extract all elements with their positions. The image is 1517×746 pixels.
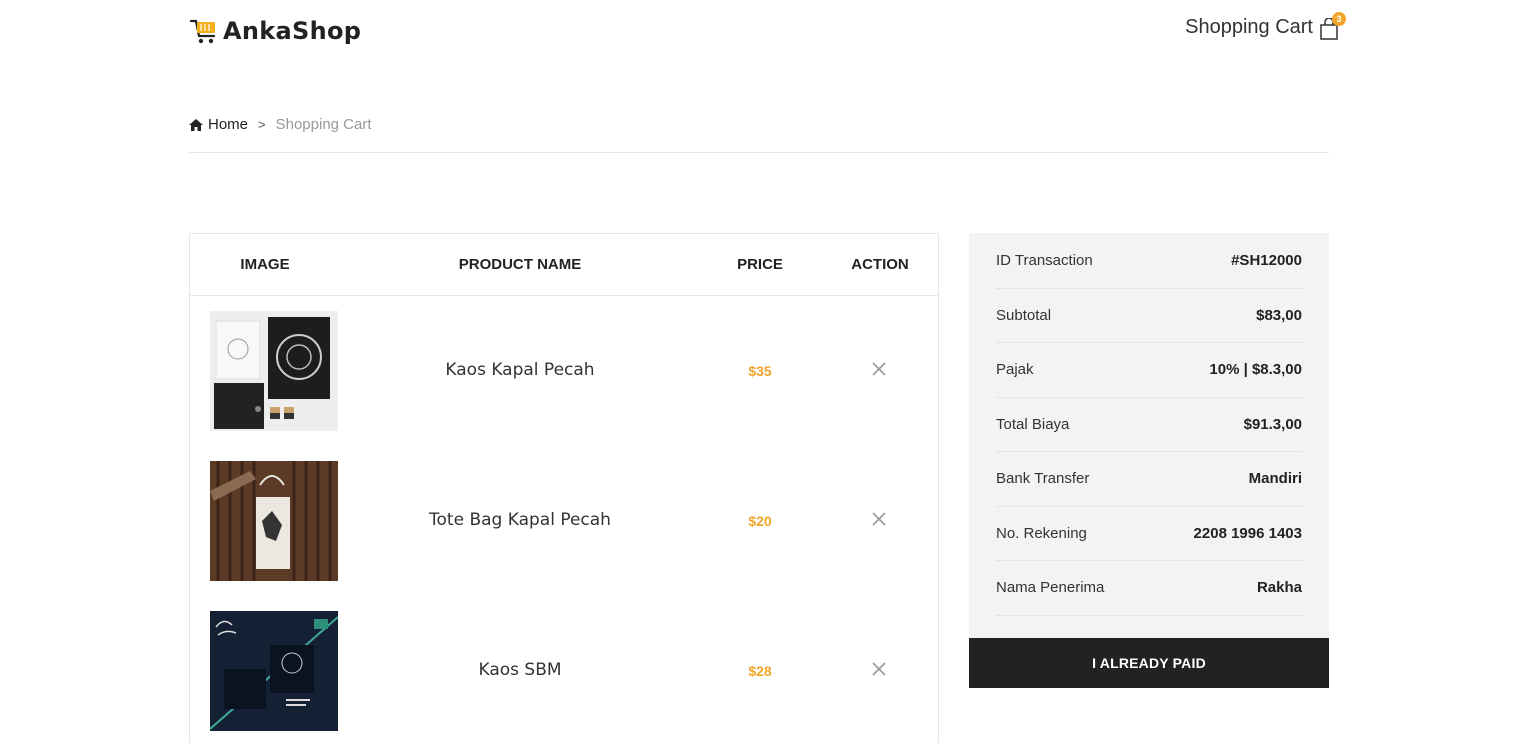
cart-count-badge: 3 <box>1332 12 1346 26</box>
already-paid-button[interactable]: I ALREADY PAID <box>969 638 1329 688</box>
product-name: Kaos SBM <box>478 660 562 680</box>
remove-item-button[interactable] <box>869 509 889 529</box>
summary-row-bank: Bank Transfer Mandiri <box>996 452 1302 507</box>
column-header-price: PRICE <box>737 256 783 273</box>
table-row: Kaos Kapal Pecah $35 <box>190 296 938 446</box>
column-header-image: IMAGE <box>240 256 290 273</box>
brand-name: AnkaShop <box>223 17 362 45</box>
home-icon <box>189 118 203 131</box>
product-price: $28 <box>748 663 772 679</box>
summary-value: #SH12000 <box>1231 252 1302 270</box>
column-header-product-name: PRODUCT NAME <box>458 256 582 273</box>
product-price: $20 <box>748 513 772 529</box>
summary-value: $83,00 <box>1256 306 1302 324</box>
header-divider <box>189 152 1329 153</box>
summary-value: 2208 1996 1403 <box>1193 524 1302 542</box>
shopping-cart-logo-icon <box>189 19 216 44</box>
summary-label: No. Rekening <box>996 524 1087 542</box>
summary-label: ID Transaction <box>996 252 1093 270</box>
breadcrumb: Home > Shopping Cart <box>189 116 372 133</box>
cart-table: IMAGE PRODUCT NAME PRICE ACTION Kaos Kap… <box>189 233 939 743</box>
shopping-cart-link[interactable]: Shopping Cart 3 <box>1185 12 1346 40</box>
product-price: $35 <box>748 363 772 379</box>
brand-logo[interactable]: AnkaShop <box>189 16 361 46</box>
summary-row-transaction-id: ID Transaction #SH12000 <box>996 234 1302 289</box>
table-row: Tote Bag Kapal Pecah $20 <box>190 446 938 596</box>
product-name: Kaos Kapal Pecah <box>445 360 595 380</box>
close-icon <box>872 662 886 676</box>
table-header: IMAGE PRODUCT NAME PRICE ACTION <box>190 234 938 296</box>
summary-row-total: Total Biaya $91.3,00 <box>996 398 1302 452</box>
product-image-tote-bag-kapal-pecah[interactable] <box>210 461 338 581</box>
summary-label: Pajak <box>996 361 1034 379</box>
breadcrumb-current: Shopping Cart <box>275 116 372 133</box>
breadcrumb-home-label: Home <box>208 116 249 133</box>
summary-row-subtotal: Subtotal $83,00 <box>996 289 1302 343</box>
remove-item-button[interactable] <box>869 359 889 379</box>
summary-value: 10% | $8.3,00 <box>1209 361 1302 379</box>
close-icon <box>872 362 886 376</box>
summary-label: Bank Transfer <box>996 470 1090 488</box>
summary-label: Subtotal <box>996 306 1052 324</box>
shopping-bag-icon: 3 <box>1319 12 1346 40</box>
summary-row-recipient: Nama Penerima Rakha <box>996 561 1302 616</box>
product-name: Tote Bag Kapal Pecah <box>429 510 611 530</box>
summary-label: Total Biaya <box>996 415 1070 433</box>
order-summary: ID Transaction #SH12000 Subtotal $83,00 … <box>969 233 1329 688</box>
shopping-cart-label: Shopping Cart <box>1185 16 1313 38</box>
remove-item-button[interactable] <box>869 659 889 679</box>
summary-label: Nama Penerima <box>996 579 1105 597</box>
close-icon <box>872 512 886 526</box>
product-image-kaos-kapal-pecah[interactable] <box>210 311 338 431</box>
table-row: Kaos SBM $28 <box>190 596 938 746</box>
breadcrumb-separator: > <box>258 117 266 132</box>
breadcrumb-home[interactable]: Home <box>189 116 248 133</box>
site-header: AnkaShop Shopping Cart 3 <box>189 12 1346 52</box>
column-header-action: ACTION <box>851 256 909 273</box>
summary-row-account-number: No. Rekening 2208 1996 1403 <box>996 507 1302 561</box>
summary-row-tax: Pajak 10% | $8.3,00 <box>996 343 1302 398</box>
product-image-kaos-sbm[interactable] <box>210 611 338 731</box>
summary-value: $91.3,00 <box>1243 415 1302 433</box>
summary-value: Rakha <box>1256 579 1302 597</box>
summary-value: Mandiri <box>1248 470 1302 488</box>
